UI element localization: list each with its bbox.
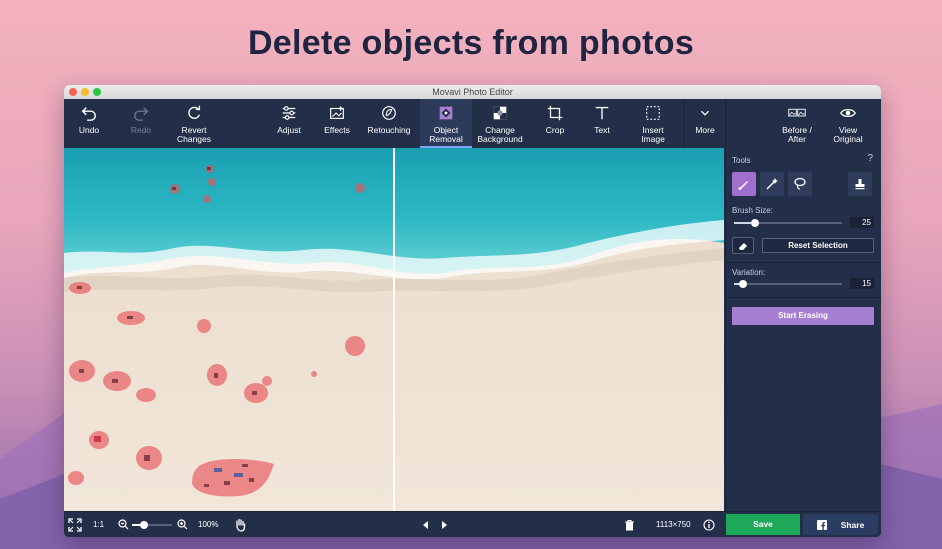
undo-button[interactable]: Undo	[72, 99, 106, 148]
image-dimensions: 1113×750	[656, 520, 691, 529]
stamp-tool-button[interactable]	[848, 172, 872, 196]
zoom-out-icon	[118, 519, 129, 530]
view-original-button[interactable]: View Original	[830, 99, 866, 148]
pan-tool-button[interactable]	[234, 512, 247, 537]
trash-icon	[625, 519, 634, 530]
redo-button[interactable]: Redo	[124, 99, 158, 148]
crop-button[interactable]: Crop	[538, 99, 572, 148]
delete-button[interactable]	[624, 512, 635, 537]
eraser-button[interactable]	[732, 237, 754, 254]
before-after-button[interactable]: Before / After	[778, 99, 816, 148]
variation-label: Variation:	[732, 268, 766, 277]
help-icon[interactable]: ?	[867, 153, 873, 164]
retouching-button[interactable]: Retouching	[366, 99, 412, 148]
more-button[interactable]: More	[686, 99, 724, 148]
zoom-slider-knob[interactable]	[140, 521, 148, 529]
brush-size-slider-knob[interactable]	[751, 219, 759, 227]
variation-slider-knob[interactable]	[739, 280, 747, 288]
next-image-button[interactable]	[440, 512, 449, 537]
variation-slider[interactable]	[734, 283, 842, 285]
fit-to-screen-button[interactable]	[68, 512, 82, 537]
zoom-in-button[interactable]	[177, 512, 188, 537]
brush-size-value[interactable]: 25	[850, 217, 874, 228]
toolbar-separator	[684, 99, 685, 148]
zoom-out-button[interactable]	[118, 512, 129, 537]
effects-button[interactable]: Effects	[320, 99, 354, 148]
minimize-window-button[interactable]	[81, 88, 89, 96]
change-background-button[interactable]: Change Background	[474, 99, 526, 148]
effects-icon	[330, 105, 344, 119]
title-bar: Movavi Photo Editor	[64, 85, 881, 99]
eye-icon	[840, 108, 856, 118]
adjust-button[interactable]: Adjust	[272, 99, 306, 148]
page-headline: Delete objects from photos	[247, 24, 695, 62]
redo-icon	[133, 107, 149, 121]
actual-size-button[interactable]: 1:1	[93, 512, 104, 537]
brush-size-label: Brush Size:	[732, 206, 773, 215]
tools-label: Tools	[732, 156, 751, 165]
zoom-window-button[interactable]	[93, 88, 101, 96]
share-button[interactable]: Share	[803, 514, 878, 535]
save-button[interactable]: Save	[726, 514, 800, 535]
main-toolbar: Undo Redo Revert Changes Adjust Effects …	[64, 99, 724, 148]
info-icon	[703, 518, 715, 531]
beach-photo	[64, 148, 724, 511]
magic-wand-tool-button[interactable]	[760, 172, 784, 196]
insert-image-icon	[646, 106, 660, 120]
panel-divider	[726, 262, 881, 263]
variation-value[interactable]: 15	[850, 278, 874, 289]
object-removal-tab[interactable]: Object Removal	[420, 99, 472, 148]
sliders-icon	[282, 106, 296, 120]
status-bar: 1:1 100% 1113×750 Save Share	[64, 511, 881, 537]
zoom-level: 100%	[198, 520, 219, 529]
expand-icon	[68, 517, 82, 532]
previous-image-button[interactable]	[421, 512, 430, 537]
image-info-button[interactable]	[703, 512, 715, 537]
retouching-icon	[382, 106, 396, 120]
arrow-right-icon	[442, 520, 447, 529]
hand-icon	[236, 518, 246, 532]
window-title: Movavi Photo Editor	[432, 87, 513, 97]
insert-image-button[interactable]: Insert Image	[634, 99, 672, 148]
reset-selection-button[interactable]: Reset Selection	[762, 238, 874, 253]
lasso-tool-button[interactable]	[788, 172, 812, 196]
crop-icon	[547, 105, 563, 121]
before-after-icon	[788, 108, 806, 117]
stamp-icon	[855, 179, 865, 190]
share-label: Share	[840, 519, 865, 530]
object-removal-panel: Tools ? Brush Size: 25 Reset Selection V…	[725, 148, 881, 511]
arrow-left-icon	[423, 520, 428, 529]
brush-icon	[738, 181, 748, 190]
revert-changes-button[interactable]: Revert Changes	[174, 99, 214, 148]
close-window-button[interactable]	[69, 88, 77, 96]
object-removal-icon	[439, 106, 453, 120]
app-window: Movavi Photo Editor Undo Redo Revert Cha…	[64, 85, 881, 537]
chevron-down-icon	[700, 110, 710, 116]
zoom-in-icon	[177, 519, 188, 530]
text-button[interactable]: Text	[585, 99, 619, 148]
start-erasing-button[interactable]: Start Erasing	[732, 307, 874, 325]
view-toolbar: Before / After View Original	[725, 99, 881, 148]
undo-icon	[81, 107, 97, 121]
panel-divider	[726, 297, 881, 298]
photo-canvas[interactable]	[64, 148, 724, 511]
magic-wand-icon	[766, 178, 778, 190]
revert-icon	[188, 105, 201, 119]
eraser-icon	[739, 242, 747, 250]
text-icon	[595, 106, 609, 120]
lasso-icon	[794, 177, 806, 190]
brush-tool-button[interactable]	[732, 172, 756, 196]
change-background-icon	[493, 106, 507, 120]
facebook-icon	[816, 519, 827, 530]
window-controls	[69, 88, 101, 96]
